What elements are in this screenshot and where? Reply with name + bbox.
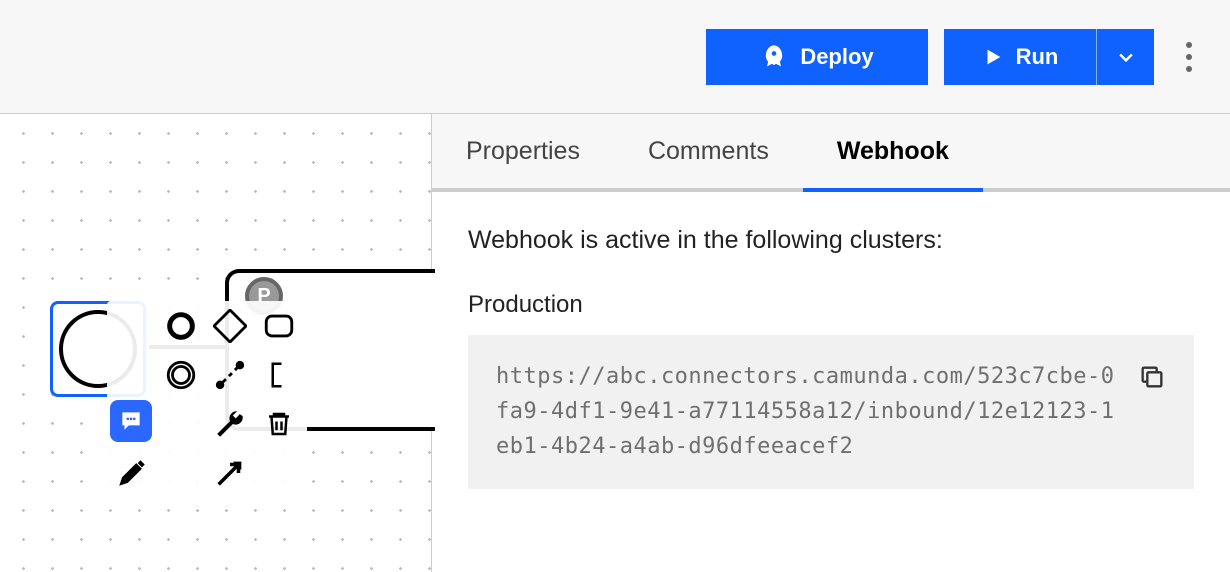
task-icon xyxy=(262,309,296,343)
webhook-url-box: https://abc.connectors.camunda.com/523c7… xyxy=(468,335,1194,489)
tab-properties-label: Properties xyxy=(466,137,580,166)
rocket-icon xyxy=(760,43,788,71)
arrow-tool[interactable] xyxy=(205,448,254,497)
copy-icon xyxy=(1138,363,1166,391)
webhook-intro-text: Webhook is active in the following clust… xyxy=(468,226,1194,255)
more-menu-button[interactable] xyxy=(1170,30,1200,84)
tab-comments[interactable]: Comments xyxy=(614,114,803,188)
append-task[interactable] xyxy=(254,301,303,350)
run-button-group: Run xyxy=(944,29,1154,85)
arrow-icon xyxy=(213,456,247,490)
change-type-tool[interactable] xyxy=(205,399,254,448)
chevron-down-icon xyxy=(1116,47,1136,67)
context-pad xyxy=(107,301,307,497)
side-panel: Properties Comments Webhook Webhook is a… xyxy=(431,114,1230,572)
tab-properties[interactable]: Properties xyxy=(432,114,614,188)
color-tool[interactable] xyxy=(107,448,156,497)
tab-webhook[interactable]: Webhook xyxy=(803,114,983,188)
connect-icon xyxy=(213,358,247,392)
wrench-icon xyxy=(213,407,247,441)
connect-tool[interactable] xyxy=(205,350,254,399)
comment-annotation[interactable] xyxy=(110,400,152,442)
webhook-url: https://abc.connectors.camunda.com/523c7… xyxy=(496,359,1118,465)
append-gateway[interactable] xyxy=(205,301,254,350)
copy-url-button[interactable] xyxy=(1138,359,1166,396)
panel-body: Webhook is active in the following clust… xyxy=(432,192,1230,523)
speech-bubble-icon xyxy=(118,408,144,434)
webhook-cluster-name: Production xyxy=(468,291,1194,319)
text-annotation-tool[interactable] xyxy=(254,350,303,399)
top-toolbar: Deploy Run xyxy=(0,0,1230,113)
intermediate-event-icon xyxy=(164,358,198,392)
tab-comments-label: Comments xyxy=(648,137,769,166)
delete-icon xyxy=(264,407,294,441)
run-dropdown-button[interactable] xyxy=(1096,29,1154,85)
append-end-event[interactable] xyxy=(156,301,205,350)
tab-webhook-label: Webhook xyxy=(837,137,949,166)
diagram-canvas[interactable]: P xyxy=(0,114,431,572)
deploy-button[interactable]: Deploy xyxy=(706,29,928,85)
color-icon xyxy=(115,456,149,490)
delete-tool[interactable] xyxy=(254,399,303,448)
text-annotation-icon xyxy=(264,358,294,392)
run-label: Run xyxy=(1016,44,1059,70)
end-event-icon xyxy=(164,309,198,343)
append-intermediate-event[interactable] xyxy=(156,350,205,399)
run-button[interactable]: Run xyxy=(944,29,1096,85)
play-icon xyxy=(982,46,1004,68)
main-area: P xyxy=(0,113,1230,572)
panel-tabs: Properties Comments Webhook xyxy=(432,114,1230,192)
deploy-label: Deploy xyxy=(800,44,873,70)
gateway-icon xyxy=(213,309,247,343)
